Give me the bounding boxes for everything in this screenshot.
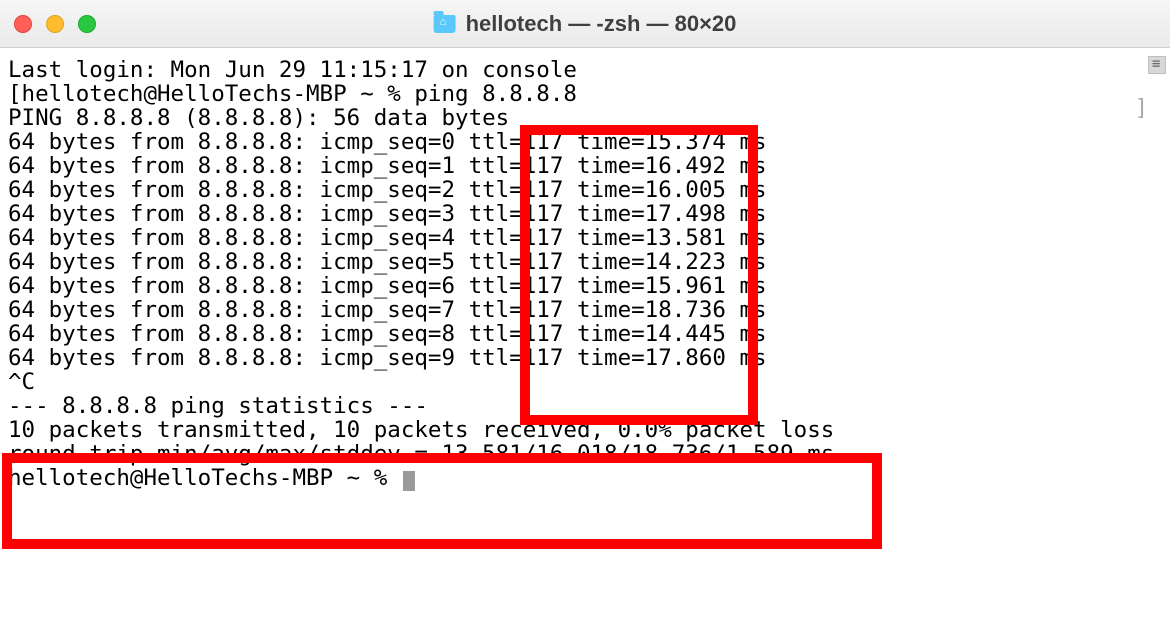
stats-header-line: --- 8.8.8.8 ping statistics --- [8,393,428,419]
window-title: hellotech — -zsh — 80×20 [434,11,737,37]
ping-reply-line: 64 bytes from 8.8.8.8: icmp_seq=0 ttl=11… [8,129,767,155]
window-title-text: hellotech — -zsh — 80×20 [466,11,737,37]
ping-reply-line: 64 bytes from 8.8.8.8: icmp_seq=1 ttl=11… [8,153,767,179]
folder-icon [434,15,456,33]
shell-prompt: hellotech@HelloTechs-MBP ~ % [22,81,415,107]
ping-reply-line: 64 bytes from 8.8.8.8: icmp_seq=4 ttl=11… [8,225,767,251]
minimize-window-button[interactable] [46,15,64,33]
ping-reply-line: 64 bytes from 8.8.8.8: icmp_seq=7 ttl=11… [8,297,767,323]
interrupt-line: ^C [8,369,35,395]
stats-rtt-line: round-trip min/avg/max/stddev = 13.581/1… [8,441,834,467]
zoom-window-button[interactable] [78,15,96,33]
ping-reply-line: 64 bytes from 8.8.8.8: icmp_seq=3 ttl=11… [8,201,767,227]
ping-header-line: PING 8.8.8.8 (8.8.8.8): 56 data bytes [8,105,509,131]
last-login-line: Last login: Mon Jun 29 11:15:17 on conso… [8,57,577,83]
typed-command: ping 8.8.8.8 [414,81,577,107]
close-window-button[interactable] [14,15,32,33]
traffic-lights [14,15,96,33]
ping-reply-line: 64 bytes from 8.8.8.8: icmp_seq=5 ttl=11… [8,249,767,275]
shell-prompt: hellotech@HelloTechs-MBP ~ % [8,465,401,491]
ping-reply-line: 64 bytes from 8.8.8.8: icmp_seq=8 ttl=11… [8,321,767,347]
terminal-output[interactable]: Last login: Mon Jun 29 11:15:17 on conso… [0,48,1170,501]
ping-reply-line: 64 bytes from 8.8.8.8: icmp_seq=6 ttl=11… [8,273,767,299]
cursor-icon [403,471,415,491]
ping-reply-line: 64 bytes from 8.8.8.8: icmp_seq=2 ttl=11… [8,177,767,203]
prompt-bracket: [ [8,81,22,107]
window-titlebar: hellotech — -zsh — 80×20 [0,0,1170,48]
stats-packets-line: 10 packets transmitted, 10 packets recei… [8,417,834,443]
ping-reply-line: 64 bytes from 8.8.8.8: icmp_seq=9 ttl=11… [8,345,767,371]
